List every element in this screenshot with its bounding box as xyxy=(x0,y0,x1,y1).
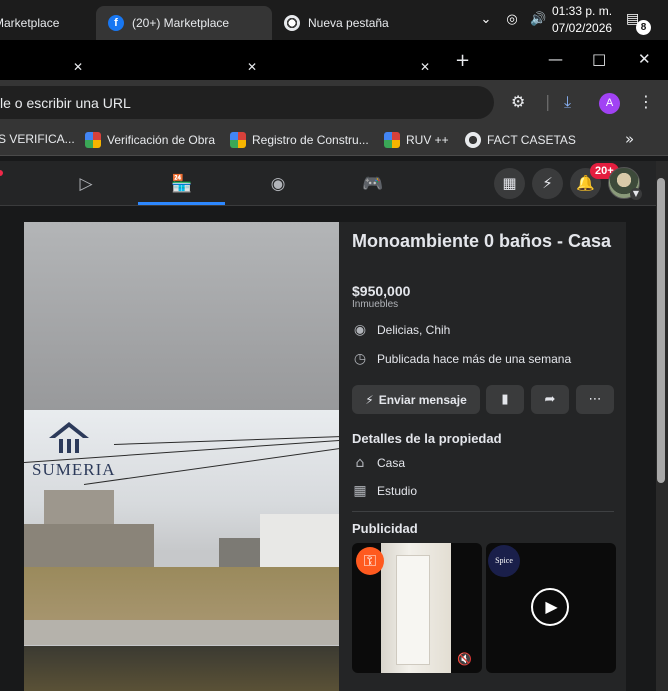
spice-logo: Spice xyxy=(488,545,520,577)
groups-icon[interactable]: ◉ xyxy=(267,173,289,195)
bookmark-label: RUV ++ xyxy=(406,133,449,147)
bookmark-item[interactable]: RUV ++ xyxy=(384,132,449,148)
tab-new-tab[interactable]: Nueva pestaña xyxy=(272,6,442,40)
facebook-icon: f xyxy=(108,15,124,31)
clock-date: 07/02/2026 xyxy=(552,21,613,35)
tab-marketplace-1[interactable]: Marketplace xyxy=(0,6,92,40)
location-text: Delicias, Chih xyxy=(377,323,451,337)
send-message-label: Enviar mensaje xyxy=(378,392,467,407)
save-button[interactable]: ▮ xyxy=(486,385,524,414)
bookmark-item[interactable]: Registro de Constru... xyxy=(230,132,369,148)
menu-grid-button[interactable]: ▦ xyxy=(494,168,525,199)
bookmark-item[interactable]: S VERIFICA... xyxy=(0,132,75,146)
tab-close-icon[interactable]: ✕ xyxy=(420,50,430,84)
listing-title: Monoambiente 0 baños - Casa xyxy=(352,231,612,251)
location-pin-icon: ◉ xyxy=(353,322,367,338)
address-bar-text: le o escribir una URL xyxy=(0,95,131,111)
share-icon: ➦ xyxy=(544,392,556,407)
tab-title: Nueva pestaña xyxy=(308,16,389,30)
menu-dots-icon[interactable]: ⋮ xyxy=(638,92,654,111)
published-row: ◷ Publicada hace más de una semana xyxy=(352,351,571,367)
maximize-button[interactable]: □ xyxy=(592,50,606,68)
more-dots-icon: ⋯ xyxy=(588,392,602,407)
photo-sky xyxy=(24,222,339,410)
scrollbar-thumb[interactable] xyxy=(657,178,665,483)
nav-active-indicator xyxy=(138,202,225,205)
clock-time: 01:33 p. m. xyxy=(552,4,613,18)
send-message-button[interactable]: ⚡ Enviar mensaje xyxy=(352,385,480,414)
tab-close-icon[interactable]: ✕ xyxy=(247,50,257,84)
section-divider xyxy=(352,511,614,512)
notification-count-badge: 8 xyxy=(636,20,651,35)
key-logo-icon: ⚿ xyxy=(356,547,384,575)
photo-road xyxy=(24,620,339,645)
share-button[interactable]: ➦ xyxy=(531,385,569,414)
marketplace-icon[interactable]: 🏪 xyxy=(171,173,193,195)
close-window-button[interactable]: ✕ xyxy=(638,50,651,68)
ad-card[interactable]: Spice ▶ xyxy=(486,543,616,673)
building-icon: ▦ xyxy=(353,483,367,499)
photo-bottom-strip xyxy=(24,646,339,691)
download-icon[interactable]: ⤓ xyxy=(564,92,571,112)
clock-icon: ◷ xyxy=(353,351,367,367)
chrome-icon xyxy=(284,15,300,31)
location-row[interactable]: ◉ Delicias, Chih xyxy=(352,322,450,338)
listing-category[interactable]: Inmuebles xyxy=(352,299,398,310)
bookmark-label: Registro de Constru... xyxy=(252,133,369,147)
bookmark-label: FACT CASETAS xyxy=(487,133,576,147)
tab-title: (20+) Marketplace xyxy=(132,16,230,30)
messenger-icon: ⚡ xyxy=(365,392,374,407)
house-icon: ⌂ xyxy=(355,455,365,471)
minimize-button[interactable]: — xyxy=(548,50,563,68)
extensions-icon[interactable]: ⚙ xyxy=(511,92,525,111)
video-icon[interactable]: ▷ xyxy=(75,173,97,195)
toolbar-divider: | xyxy=(545,92,551,111)
bookmark-item[interactable]: Verificación de Obra xyxy=(85,132,215,148)
bookmark-label: Verificación de Obra xyxy=(107,133,216,147)
bookmark-item[interactable]: FACT CASETAS xyxy=(465,132,576,148)
ad-card[interactable]: ⚿ 🔇 xyxy=(352,543,482,673)
messenger-button[interactable]: ⚡ xyxy=(532,168,563,199)
tab-marketplace-2[interactable]: f (20+) Marketplace xyxy=(96,6,272,40)
browser-tab-bar xyxy=(0,40,668,80)
sumeria-logo-text: SUMERIA xyxy=(32,460,116,479)
listing-photo[interactable]: SUMERIA xyxy=(24,222,339,691)
wifi-icon[interactable]: ◎ xyxy=(504,12,520,28)
volume-icon[interactable]: 🔊 xyxy=(530,12,546,28)
system-clock[interactable]: 01:33 p. m. 07/02/2026 xyxy=(552,3,612,37)
chevron-down-icon[interactable]: ▼ xyxy=(630,188,642,200)
mute-icon[interactable]: 🔇 xyxy=(457,652,472,666)
sumeria-logo-icon xyxy=(49,422,89,453)
ruv-icon xyxy=(384,132,400,148)
property-details-heading: Detalles de la propiedad xyxy=(352,431,502,446)
play-icon[interactable]: ▶ xyxy=(531,588,569,626)
published-text: Publicada hace más de una semana xyxy=(377,352,572,366)
new-tab-button[interactable]: + xyxy=(455,50,470,71)
listing-price: $950,000 xyxy=(352,283,411,299)
detail-row-rooms: ▦ Estudio xyxy=(352,483,417,499)
chevron-up-icon[interactable]: ⌄ xyxy=(478,12,494,28)
ruv-icon xyxy=(230,132,246,148)
ads-heading: Publicidad xyxy=(352,521,418,536)
detail-row-type: ⌂ Casa xyxy=(352,455,405,471)
detail-rooms-text: Estudio xyxy=(377,484,418,498)
tab-title: Marketplace xyxy=(0,16,60,30)
profile-avatar[interactable]: A xyxy=(599,93,620,114)
gaming-icon[interactable]: 🎮 xyxy=(362,173,384,195)
ad-door-image xyxy=(396,555,430,665)
more-options-button[interactable]: ⋯ xyxy=(576,385,614,414)
detail-type-text: Casa xyxy=(377,456,406,470)
photo-ground xyxy=(24,567,339,627)
globe-icon xyxy=(465,132,481,148)
more-bookmarks-icon[interactable]: » xyxy=(625,130,634,148)
bookmark-label: S VERIFICA... xyxy=(0,132,75,146)
bookmark-icon: ▮ xyxy=(501,392,509,407)
tab-close-icon[interactable]: ✕ xyxy=(73,50,83,84)
ruv-icon xyxy=(85,132,101,148)
